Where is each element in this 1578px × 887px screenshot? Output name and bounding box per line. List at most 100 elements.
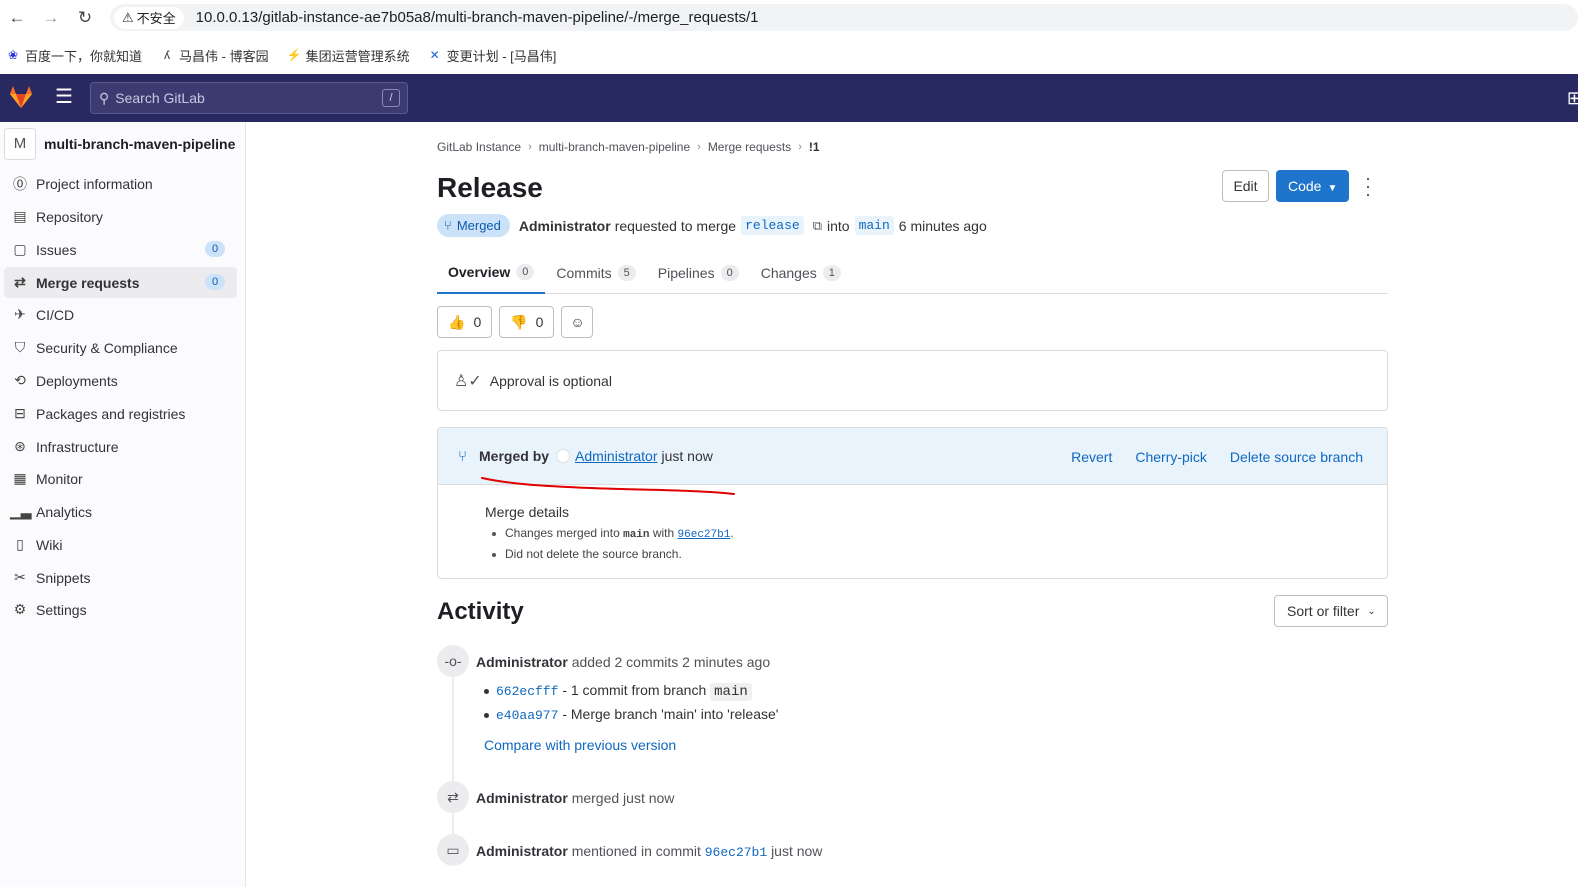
merge-actions: Revert Cherry-pick Delete source branch <box>1071 428 1363 485</box>
sidebar-item-analytics[interactable]: ▁▃ Analytics <box>4 496 237 527</box>
book-icon: ▯ <box>16 536 24 552</box>
merge-details: Merge details Changes merged into main w… <box>485 504 734 567</box>
source-branch[interactable]: release <box>741 216 804 235</box>
approval-text: Approval is optional <box>489 372 612 389</box>
search-icon: ⚲ <box>99 89 110 106</box>
tab-changes[interactable]: Changes 1 <box>750 252 852 294</box>
confluence-icon: ✕ <box>429 48 440 62</box>
merge-detail-commit: Changes merged into main with 96ec27b1. <box>492 526 734 541</box>
sidebar-item-ci-cd[interactable]: ✈ CI/CD <box>4 299 237 330</box>
merge-request-icon: ⇄ <box>437 781 469 813</box>
edit-button[interactable]: Edit <box>1222 170 1269 202</box>
sidebar-item-merge-requests[interactable]: ⇄ Merge requests 0 <box>4 267 237 298</box>
mr-author[interactable]: Administrator <box>519 218 611 234</box>
tab-commits[interactable]: Commits 5 <box>545 252 646 294</box>
sidebar-item-repository[interactable]: ▤ Repository <box>4 201 237 232</box>
thumbs-up-icon: 👍 <box>448 313 466 330</box>
plus-icon[interactable]: ⊞ <box>1567 88 1578 109</box>
sidebar-item-snippets[interactable]: ✂ Snippets <box>4 562 237 593</box>
approval-icon: ♙✓ <box>454 372 482 390</box>
tab-pipelines[interactable]: Pipelines 0 <box>647 252 750 294</box>
target-branch[interactable]: main <box>854 216 894 235</box>
chevron-right-icon: › <box>798 141 802 153</box>
chart-icon: ▁▃ <box>10 503 32 519</box>
red-underline-annotation <box>481 477 735 495</box>
merger-link[interactable]: Administrator <box>575 448 657 464</box>
bookmark-ops-system[interactable]: ⚡ 集团运营管理系统 <box>287 46 410 65</box>
gear-icon: ⚙ <box>13 601 27 617</box>
tab-count: 0 <box>720 265 739 281</box>
more-actions-icon[interactable]: · · · <box>1365 169 1371 203</box>
into-text: into <box>827 217 850 234</box>
copy-icon[interactable]: ⧉ <box>813 218 822 234</box>
activity-event-mentioned: Administrator mentioned in commit 96ec27… <box>476 843 823 860</box>
chevron-down-icon: ▼ <box>1327 183 1338 194</box>
breadcrumb-project[interactable]: multi-branch-maven-pipeline <box>539 140 690 154</box>
activity-event-merged: Administrator merged just now <box>476 790 675 806</box>
sort-filter-dropdown[interactable]: Sort or filter ⌄ <box>1274 595 1388 627</box>
reload-icon[interactable]: ↻ <box>74 8 96 28</box>
merged-time: just now <box>661 448 713 464</box>
insecure-badge[interactable]: ⚠ 不安全 <box>114 6 184 29</box>
requested-text: requested to merge <box>614 217 737 234</box>
commit-sha-link[interactable]: 662ecfff <box>496 684 558 699</box>
gitlab-logo-icon[interactable] <box>8 84 34 110</box>
back-icon[interactable]: ← <box>6 8 28 28</box>
sidebar-item-packages[interactable]: ⊟ Packages and registries <box>4 398 237 429</box>
merge-details-title: Merge details <box>485 504 570 520</box>
rocket-icon: ✈ <box>14 306 26 322</box>
sidebar-item-deployments[interactable]: ⟲ Deployments <box>4 365 237 396</box>
chevron-down-icon: ⌄ <box>1367 605 1376 617</box>
mr-time: 6 minutes ago <box>898 217 987 234</box>
breadcrumb-instance[interactable]: GitLab Instance <box>437 140 521 154</box>
sidebar-item-security[interactable]: ⛉ Security & Compliance <box>4 332 237 363</box>
merge-widget: ⑂ Merged by Administrator just now Rever… <box>437 427 1388 579</box>
issues-icon: ▢ <box>13 241 27 257</box>
delete-source-branch-button[interactable]: Delete source branch <box>1230 449 1363 465</box>
tab-count: 0 <box>516 264 535 280</box>
project-avatar: M <box>4 128 36 160</box>
cnblogs-icon: ʎ <box>164 48 171 62</box>
thumbs-down-button[interactable]: 👎 0 <box>499 306 555 338</box>
merge-commit-link[interactable]: 96ec27b1 <box>678 529 731 541</box>
sidebar-item-issues[interactable]: ▢ Issues 0 <box>4 234 237 265</box>
merge-requests-count-badge: 0 <box>205 274 225 290</box>
menu-icon[interactable]: ☰ <box>55 87 73 107</box>
bookmark-cnblogs[interactable]: ʎ 马昌伟 - 博客园 <box>160 46 269 65</box>
avatar[interactable] <box>556 449 571 463</box>
activity-heading: Activity <box>437 598 524 625</box>
commit-sha-link[interactable]: 96ec27b1 <box>705 845 767 860</box>
forward-icon[interactable]: → <box>40 8 62 28</box>
info-icon: ⓪ <box>13 175 27 192</box>
sidebar-item-monitor[interactable]: ▦ Monitor <box>4 463 237 494</box>
merged-by-label: Merged by <box>479 448 550 464</box>
compare-version-link[interactable]: Compare with previous version <box>484 737 676 753</box>
approval-widget: ♙✓ Approval is optional <box>437 350 1388 411</box>
sidebar-item-wiki[interactable]: ▯ Wiki <box>4 529 237 560</box>
sidebar-item-settings[interactable]: ⚙ Settings <box>4 594 237 625</box>
commit-sha-link[interactable]: e40aa977 <box>496 708 558 723</box>
search-input[interactable]: ⚲ Search GitLab / <box>90 82 408 114</box>
merge-icon: ⑂ <box>444 218 452 233</box>
tab-overview[interactable]: Overview 0 <box>437 252 546 294</box>
breadcrumb-merge-requests[interactable]: Merge requests <box>708 140 791 154</box>
sidebar-item-infrastructure[interactable]: ⊛ Infrastructure <box>4 431 237 462</box>
add-reaction-button[interactable]: ☺ <box>561 306 594 338</box>
bookmark-change-plan[interactable]: ✕ 变更计划 - [马昌伟] <box>428 46 557 65</box>
scissors-icon: ✂ <box>14 569 26 585</box>
list-item: e40aa977 - Merge branch 'main' into 'rel… <box>483 706 779 723</box>
browser-nav: ← → ↻ <box>6 8 96 28</box>
address-bar[interactable]: ⚠ 不安全 10.0.0.13/gitlab-instance-ae7b05a8/… <box>110 4 1578 31</box>
breadcrumb-current[interactable]: !1 <box>809 140 820 154</box>
thumbs-up-button[interactable]: 👍 0 <box>437 306 493 338</box>
revert-button[interactable]: Revert <box>1071 449 1112 465</box>
status-badge: ⑂ Merged <box>437 214 510 237</box>
gitlab-topbar: ☰ ⚲ Search GitLab / ⊞ <box>0 74 1578 122</box>
bookmark-baidu[interactable]: ❀ 百度一下，你就知道 <box>6 46 142 65</box>
shield-icon: ⛉ <box>14 339 26 355</box>
project-header[interactable]: M multi-branch-maven-pipeline <box>4 128 235 160</box>
cherry-pick-button[interactable]: Cherry-pick <box>1135 449 1207 465</box>
code-dropdown-button[interactable]: Code ▼ <box>1276 170 1349 202</box>
list-item: 662ecfff - 1 commit from branch main <box>484 682 752 701</box>
sidebar-item-project-information[interactable]: ⓪ Project information <box>4 168 237 199</box>
